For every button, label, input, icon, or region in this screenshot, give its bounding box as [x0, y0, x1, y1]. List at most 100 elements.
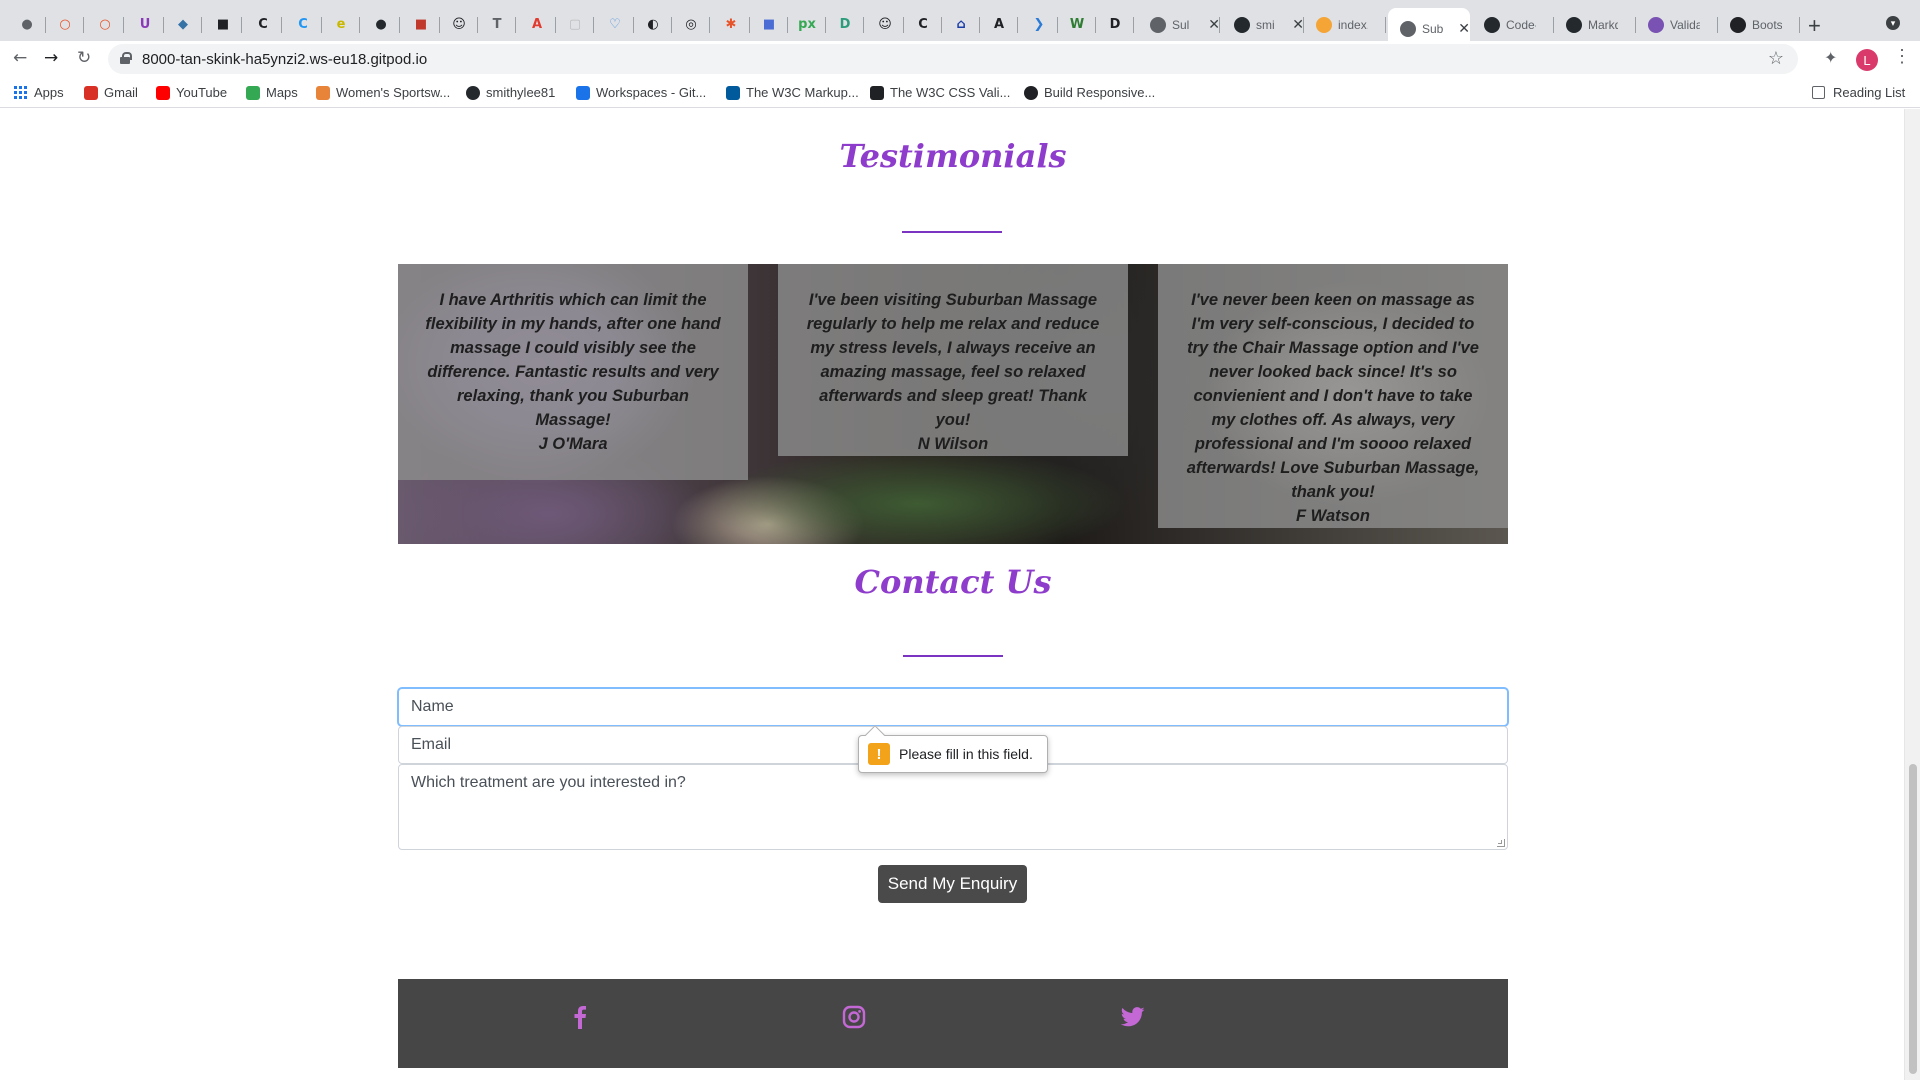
send-enquiry-button[interactable]: Send My Enquiry: [878, 865, 1027, 903]
bookmark-label: The W3C Markup...: [746, 85, 859, 100]
apps-grid-icon: [14, 85, 28, 100]
tab-search-icon[interactable]: ▾: [1886, 16, 1900, 30]
bookmark-gmail[interactable]: Gmail: [84, 85, 138, 100]
bookmark-youtube[interactable]: YouTube: [156, 85, 227, 100]
lock-icon[interactable]: [120, 52, 132, 64]
browser-tab[interactable]: C: [244, 8, 282, 41]
browser-tab[interactable]: e: [322, 8, 360, 41]
testimonial-card: I've been visiting Suburban Massage regu…: [778, 264, 1128, 456]
bookmark-womens-sportswear[interactable]: Women's Sportsw...: [316, 85, 450, 100]
smile-icon: ☺: [878, 17, 892, 32]
browser-tab-title: Validat: [1670, 17, 1700, 32]
browser-tab[interactable]: W: [1058, 8, 1096, 41]
name-input[interactable]: Name: [398, 688, 1508, 726]
c-blue-icon: C: [298, 17, 308, 32]
ring-icon: ○: [99, 17, 111, 32]
footer: [398, 979, 1508, 1068]
browser-tab[interactable]: ⌂: [942, 8, 980, 41]
bookmark-star-icon[interactable]: ☆: [1768, 48, 1784, 69]
bookmark-label: Women's Sportsw...: [336, 85, 451, 100]
extensions-puzzle-icon[interactable]: ✦: [1824, 48, 1837, 68]
browser-tab[interactable]: ☺: [866, 8, 904, 41]
browser-tab[interactable]: ✱: [712, 8, 750, 41]
store-icon: [316, 85, 330, 100]
browser-tab[interactable]: ❯: [1020, 8, 1058, 41]
browser-tab[interactable]: Code-I: [1472, 8, 1554, 41]
testimonials-heading-rule: [902, 231, 1002, 233]
browser-tab[interactable]: U: [126, 8, 164, 41]
browser-tab-title: Sul: [1172, 17, 1190, 32]
e-icon: e: [336, 17, 346, 32]
browser-tab[interactable]: Validat: [1636, 8, 1718, 41]
profile-avatar[interactable]: L: [1856, 49, 1878, 71]
asterisk-icon: ✱: [725, 17, 737, 32]
close-tab-icon[interactable]: ✕: [1458, 20, 1470, 37]
back-arrow-icon[interactable]: ←: [13, 48, 27, 68]
browser-tab[interactable]: ■: [204, 8, 242, 41]
browser-tab[interactable]: ▢: [556, 8, 594, 41]
d-square-icon: D: [1109, 17, 1121, 32]
instagram-icon[interactable]: [840, 1003, 868, 1031]
globe-icon: [1400, 20, 1416, 37]
forward-arrow-icon[interactable]: →: [44, 48, 58, 68]
github-icon: ●: [375, 17, 387, 32]
bookmark-build-responsive[interactable]: Build Responsive...: [1024, 85, 1155, 100]
browser-tab[interactable]: ♡: [596, 8, 634, 41]
browser-tab[interactable]: ○: [46, 8, 84, 41]
page-scrollbar[interactable]: [1904, 109, 1920, 1080]
close-tab-icon[interactable]: ✕: [1208, 16, 1220, 33]
browser-tab[interactable]: Sul ✕: [1138, 8, 1220, 41]
browser-toolbar: ← → ↻ 8000-tan-skink-ha5ynzi2.ws-eu18.gi…: [0, 41, 1920, 78]
browser-tab[interactable]: ●: [362, 8, 400, 41]
browser-tab[interactable]: A: [518, 8, 556, 41]
browser-tab[interactable]: ●: [8, 8, 46, 41]
browser-tab[interactable]: C: [904, 8, 942, 41]
browser-tab[interactable]: D: [826, 8, 864, 41]
browser-tab[interactable]: A: [980, 8, 1018, 41]
treatment-textarea[interactable]: Which treatment are you interested in?: [398, 764, 1508, 850]
browser-tab[interactable]: index.h: [1304, 8, 1386, 41]
bookmark-workspaces[interactable]: Workspaces - Git...: [576, 85, 706, 100]
bookmark-maps[interactable]: Maps: [246, 85, 298, 100]
browser-tab[interactable]: ☺: [440, 8, 478, 41]
bookmarks-bar: Apps Gmail YouTube Maps Women's Sportsw... sm…: [0, 78, 1920, 108]
reading-list-button[interactable]: Reading List: [1812, 85, 1905, 100]
url-text[interactable]: 8000-tan-skink-ha5ynzi2.ws-eu18.gitpod.i…: [142, 51, 427, 68]
bookmark-label: The W3C CSS Vali...: [890, 85, 1011, 100]
bookmark-w3c-css[interactable]: The W3C CSS Vali...: [870, 85, 1010, 100]
bookmark-w3c-markup[interactable]: The W3C Markup...: [726, 85, 859, 100]
new-tab-button[interactable]: +: [1808, 13, 1821, 39]
browser-tab[interactable]: ◆: [164, 8, 202, 41]
browser-tab[interactable]: Bootstr: [1718, 8, 1800, 41]
address-bar[interactable]: 8000-tan-skink-ha5ynzi2.ws-eu18.gitpod.i…: [108, 44, 1798, 74]
browser-tab[interactable]: ◐: [634, 8, 672, 41]
browser-tab[interactable]: smi ✕: [1222, 8, 1304, 41]
browser-tab[interactable]: C: [284, 8, 322, 41]
acrobat-icon: A: [531, 17, 543, 32]
close-tab-icon[interactable]: ✕: [1292, 16, 1304, 33]
browser-tab[interactable]: ○: [86, 8, 124, 41]
browser-tab[interactable]: ◎: [672, 8, 710, 41]
facebook-icon[interactable]: [566, 1003, 594, 1031]
github-icon: [1484, 16, 1500, 33]
house-icon: ⌂: [956, 17, 966, 32]
ring-icon: ○: [59, 17, 71, 32]
bookmark-apps[interactable]: Apps: [14, 85, 64, 100]
browser-tab[interactable]: T: [478, 8, 516, 41]
twitter-icon[interactable]: [1119, 1003, 1147, 1031]
browser-tab[interactable]: px: [788, 8, 826, 41]
resize-handle-icon[interactable]: [1497, 839, 1505, 847]
bookmark-smithylee81[interactable]: smithylee81: [466, 85, 555, 100]
validation-tooltip: ! Please fill in this field.: [858, 735, 1048, 773]
browser-menu-icon[interactable]: ⋮: [1893, 46, 1911, 67]
browser-tab[interactable]: ■: [750, 8, 788, 41]
browser-tab[interactable]: Markdo: [1554, 8, 1636, 41]
browser-tab[interactable]: D: [1096, 8, 1134, 41]
scrollbar-thumb[interactable]: [1909, 764, 1917, 1074]
bookmark-label: Maps: [266, 85, 298, 100]
w3c-css-icon: [870, 85, 884, 100]
reload-icon[interactable]: ↻: [77, 48, 91, 68]
reading-list-icon: [1812, 86, 1825, 99]
testimonial-text: I've never been keen on massage as I'm v…: [1186, 291, 1480, 501]
browser-tab[interactable]: ■: [402, 8, 440, 41]
